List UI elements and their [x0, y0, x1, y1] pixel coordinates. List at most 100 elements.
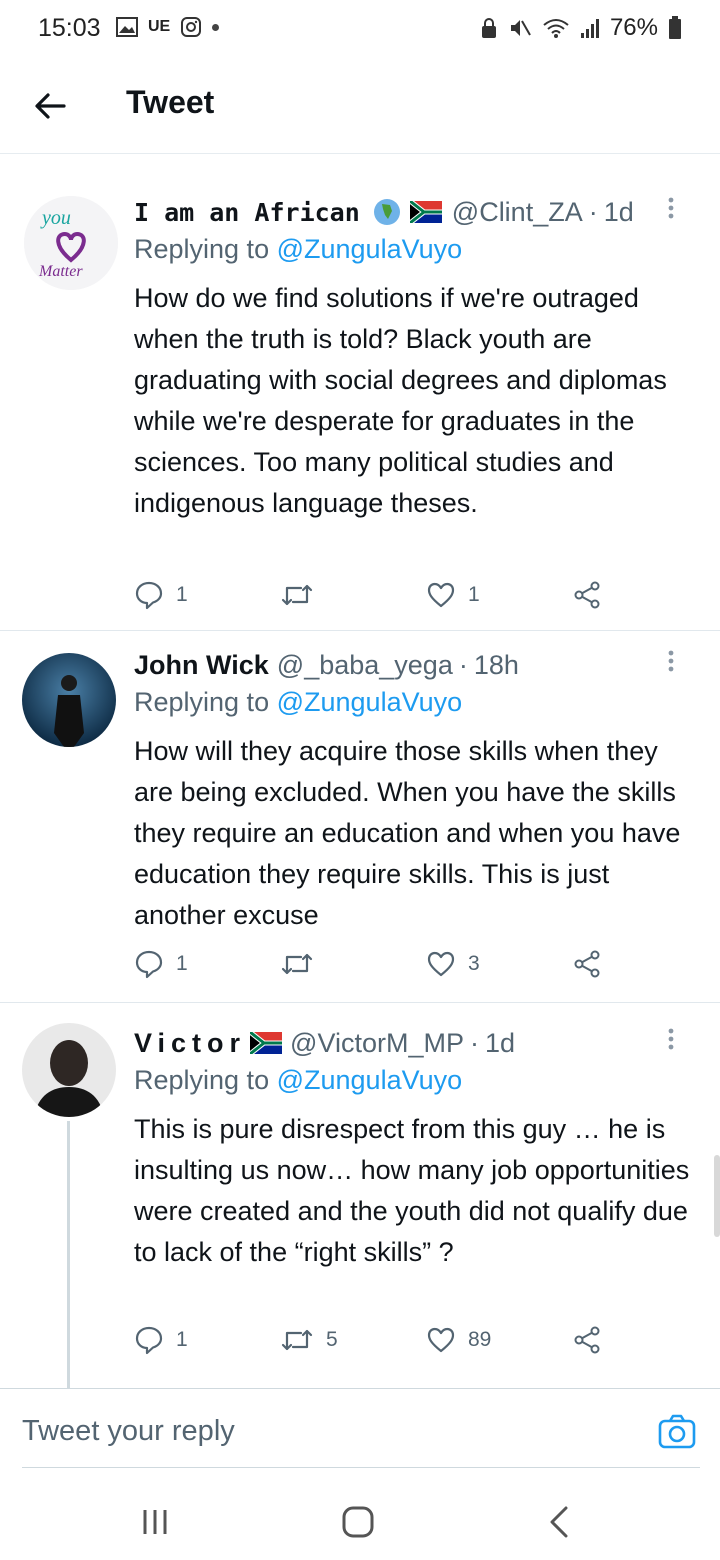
tweet-text: How will they acquire those skills when …: [134, 736, 681, 930]
heart-icon: [427, 582, 455, 608]
recent-apps-icon: [143, 1510, 167, 1534]
display-name[interactable]: John Wick: [134, 650, 269, 681]
display-name[interactable]: I am an African: [134, 198, 360, 227]
top-app-bar: Tweet: [0, 70, 720, 154]
reply-button[interactable]: 1: [134, 580, 188, 610]
chevron-left-icon: [550, 1506, 568, 1538]
home-button[interactable]: [338, 1502, 378, 1542]
back-button[interactable]: [30, 86, 70, 126]
comment-icon: [135, 1326, 163, 1355]
system-navigation-bar: [0, 1480, 720, 1560]
camera-button[interactable]: [658, 1413, 696, 1451]
tweet-header: Victor @VictorM_MP · 1d: [134, 1023, 700, 1063]
system-back-button[interactable]: [540, 1502, 580, 1542]
separator: ·: [458, 649, 468, 680]
like-count: 1: [468, 583, 480, 606]
reply-button[interactable]: 1: [134, 1325, 188, 1355]
tweet-text: This is pure disrespect from this guy … …: [134, 1114, 690, 1267]
like-button[interactable]: 3: [426, 949, 480, 979]
avatar-image: [22, 653, 116, 747]
like-button[interactable]: 89: [426, 1325, 491, 1355]
replying-to-link[interactable]: @ZungulaVuyo: [277, 234, 463, 264]
share-icon: [574, 950, 600, 978]
share-icon: [574, 1326, 600, 1354]
reply-button[interactable]: 1: [134, 949, 188, 979]
tweet-text: How do we find solutions if we're outrag…: [134, 283, 667, 518]
retweet-button[interactable]: 5: [280, 1325, 338, 1355]
timestamp[interactable]: 18h: [474, 650, 519, 681]
handle[interactable]: @_baba_yega: [277, 650, 453, 681]
reply-input[interactable]: Tweet your reply: [22, 1415, 235, 1448]
like-button[interactable]: 1: [426, 580, 480, 610]
scroll-indicator[interactable]: [714, 1155, 720, 1237]
reply-tweet[interactable]: Victor @VictorM_MP · 1d Replying to @Zun…: [0, 1003, 720, 1388]
mute-icon: [510, 20, 531, 36]
system-icons: 76%: [480, 14, 682, 42]
replying-to-link[interactable]: @ZungulaVuyo: [277, 687, 463, 717]
status-bar: 15:03 UE 76%: [0, 0, 720, 58]
replying-to-label: Replying to: [134, 687, 270, 717]
share-icon: [574, 581, 600, 609]
share-button[interactable]: [572, 580, 602, 610]
south-africa-flag-icon: [409, 201, 442, 223]
svg-text:Matter: Matter: [38, 263, 83, 280]
replying-to-link[interactable]: @ZungulaVuyo: [277, 1065, 463, 1095]
tweet-header: John Wick @_baba_yega · 18h: [134, 645, 700, 685]
home-icon: [342, 1506, 374, 1538]
share-button[interactable]: [572, 1325, 602, 1355]
comment-icon: [135, 581, 163, 610]
replying-to-label: Replying to: [134, 1065, 270, 1095]
timestamp[interactable]: 1d: [485, 1028, 515, 1059]
retweet-count: 5: [326, 1328, 338, 1351]
reply-count: 1: [176, 583, 188, 606]
display-name[interactable]: Victor: [134, 1028, 246, 1059]
instagram-icon: [181, 17, 202, 37]
camera-icon: [658, 1414, 696, 1449]
retweet-button[interactable]: [280, 949, 326, 979]
reply-composer[interactable]: Tweet your reply: [0, 1388, 720, 1468]
replying-to-line: Replying to @ZungulaVuyo: [134, 687, 700, 729]
share-button[interactable]: [572, 949, 602, 979]
separator: ·: [588, 196, 598, 227]
more-notifications-dot: [212, 23, 220, 31]
south-africa-flag-icon: [250, 1032, 283, 1054]
timestamp[interactable]: 1d: [604, 197, 634, 228]
retweet-button[interactable]: [280, 580, 326, 610]
comment-icon: [135, 950, 163, 979]
retweet-icon: [281, 953, 313, 975]
like-count: 3: [468, 952, 480, 975]
reply-input-underline: [22, 1467, 700, 1468]
tweet-header: I am an African @Clint_ZA · 1d: [134, 192, 700, 232]
tweet-actions: 1 1: [134, 580, 614, 620]
reply-count: 1: [176, 1328, 188, 1351]
gallery-icon: [116, 17, 138, 37]
page-title: Tweet: [126, 84, 215, 120]
tweet-actions: 1 5 89: [134, 1325, 614, 1365]
replying-to-label: Replying to: [134, 234, 270, 264]
separator: ·: [469, 1027, 479, 1058]
vertical-dots-icon: [668, 197, 674, 219]
carrier-label: UE: [148, 18, 171, 35]
recent-apps-button[interactable]: [136, 1502, 176, 1542]
status-time: 15:03: [38, 14, 101, 42]
battery-icon: [669, 16, 681, 39]
you-matter-logo: you Matter: [24, 196, 118, 290]
battery-percent: 76%: [609, 14, 658, 41]
more-options-button[interactable]: [656, 192, 686, 232]
more-options-button[interactable]: [656, 1023, 686, 1063]
more-options-button[interactable]: [656, 645, 686, 685]
avatar[interactable]: [22, 1023, 116, 1117]
wifi-icon: [543, 19, 569, 38]
like-count: 89: [468, 1328, 492, 1351]
handle[interactable]: @Clint_ZA: [452, 197, 583, 228]
reply-tweet[interactable]: John Wick @_baba_yega · 18h Replying to …: [0, 631, 720, 1003]
handle[interactable]: @VictorM_MP: [290, 1028, 464, 1059]
vertical-dots-icon: [668, 1028, 674, 1050]
notification-icons: UE: [116, 16, 220, 38]
avatar[interactable]: you Matter: [24, 196, 118, 290]
replying-to-line: Replying to @ZungulaVuyo: [134, 1065, 700, 1107]
reply-tweet[interactable]: you Matter I am an African @Clint_ZA · 1…: [0, 172, 720, 631]
avatar[interactable]: [22, 653, 116, 747]
reply-count: 1: [176, 952, 188, 975]
heart-icon: [427, 1327, 455, 1353]
